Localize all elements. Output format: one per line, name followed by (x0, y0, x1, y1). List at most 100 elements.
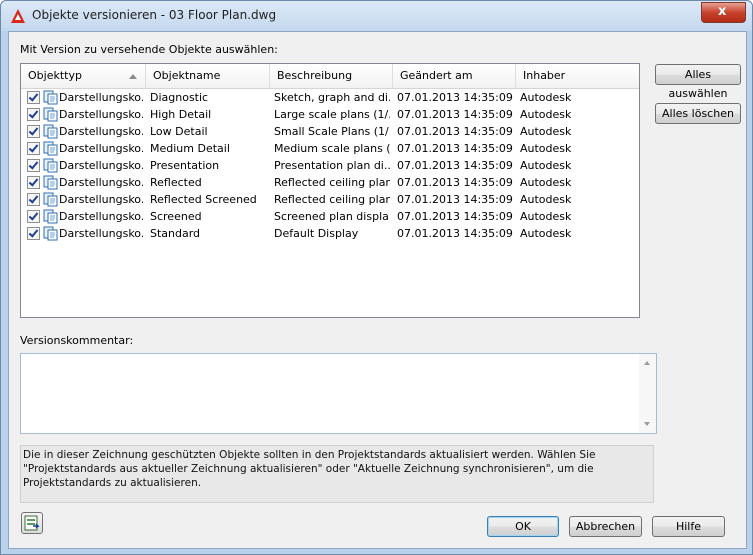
display-config-icon (43, 192, 58, 207)
cell-desc: Reflected ceiling plans (274, 176, 390, 189)
cell-desc: Presentation plan di... (274, 159, 390, 172)
scroll-down-icon[interactable] (644, 422, 650, 426)
cell-date: 07.01.2013 14:35:09 (397, 142, 513, 155)
version-comment-field[interactable] (20, 353, 657, 434)
row-checkbox[interactable] (27, 176, 40, 189)
row-checkbox[interactable] (27, 91, 40, 104)
column-header-geaendert-am[interactable]: Geändert am (393, 64, 516, 88)
column-header-inhaber[interactable]: Inhaber (516, 64, 639, 88)
close-button[interactable]: x (701, 2, 746, 23)
dialog-client: Mit Version zu versehende Objekte auswäh… (8, 31, 747, 549)
cancel-button[interactable]: Abbrechen (569, 516, 642, 537)
cell-name: Reflected (150, 176, 202, 189)
row-checkbox[interactable] (27, 108, 40, 121)
display-config-icon (43, 124, 58, 139)
cell-owner: Autodesk (520, 227, 572, 240)
cell-type: Darstellungsko... (59, 159, 143, 172)
table-row[interactable]: Darstellungsko... Presentation Presentatio… (21, 157, 639, 174)
comment-scrollbar[interactable] (639, 354, 656, 433)
info-text: Die in dieser Zeichnung geschützten Obje… (20, 445, 654, 503)
cell-type: Darstellungsko... (59, 91, 143, 104)
table-row[interactable]: Darstellungsko... Low Detail Small Scale P… (21, 123, 639, 140)
cell-desc: Large scale plans (1/... (274, 108, 390, 121)
list-label: Mit Version zu versehende Objekte auswäh… (20, 43, 278, 56)
table-row[interactable]: Darstellungsko... Reflected Screened Refle… (21, 191, 639, 208)
autocad-a-icon (11, 9, 25, 23)
ok-button[interactable]: OK (487, 516, 559, 537)
table-row[interactable]: Darstellungsko... Screened Screened plan d… (21, 208, 639, 225)
cell-date: 07.01.2013 14:35:09 (397, 159, 513, 172)
cell-type: Darstellungsko... (59, 142, 143, 155)
clear-all-button[interactable]: Alles löschen (655, 103, 741, 124)
table-row[interactable]: Darstellungsko... Standard Default Display… (21, 225, 639, 242)
row-checkbox[interactable] (27, 142, 40, 155)
column-header-objektname[interactable]: Objektname (146, 64, 270, 88)
cell-name: Standard (150, 227, 201, 240)
cell-owner: Autodesk (520, 142, 572, 155)
cell-date: 07.01.2013 14:35:09 (397, 176, 513, 189)
table-row[interactable]: Darstellungsko... High Detail Large scale … (21, 106, 639, 123)
cell-name: Diagnostic (150, 91, 209, 104)
cell-name: Screened (150, 210, 202, 223)
dialog-window: Objekte versionieren - 03 Floor Plan.dwg… (0, 0, 753, 555)
cell-name: Medium Detail (150, 142, 230, 155)
cell-name: Presentation (150, 159, 220, 172)
cell-owner: Autodesk (520, 159, 572, 172)
comment-value (21, 354, 656, 358)
list-header: Objekttyp Objektname Beschreibung Geände… (21, 64, 639, 89)
close-icon: x (718, 4, 727, 19)
row-checkbox[interactable] (27, 210, 40, 223)
row-checkbox[interactable] (27, 193, 40, 206)
display-config-icon (43, 90, 58, 105)
cell-name: Low Detail (150, 125, 208, 138)
cell-type: Darstellungsko... (59, 125, 143, 138)
cell-desc: Default Display (274, 227, 359, 240)
table-row[interactable]: Darstellungsko... Diagnostic Sketch, graph… (21, 89, 639, 106)
cell-type: Darstellungsko... (59, 176, 143, 189)
cell-owner: Autodesk (520, 108, 572, 121)
cell-type: Darstellungsko... (59, 108, 143, 121)
cell-desc: Medium scale plans (... (274, 142, 390, 155)
table-row[interactable]: Darstellungsko... Medium Detail Medium sca… (21, 140, 639, 157)
standards-update-button[interactable] (21, 512, 43, 534)
display-config-icon (43, 209, 58, 224)
cell-owner: Autodesk (520, 176, 572, 189)
scroll-up-icon[interactable] (644, 361, 650, 365)
standards-update-icon (24, 515, 40, 531)
cell-type: Darstellungsko... (59, 227, 143, 240)
cell-date: 07.01.2013 14:35:09 (397, 91, 513, 104)
cell-name: Reflected Screened (150, 193, 257, 206)
row-checkbox[interactable] (27, 159, 40, 172)
row-checkbox[interactable] (27, 125, 40, 138)
window-title: Objekte versionieren - 03 Floor Plan.dwg (32, 8, 277, 22)
table-row[interactable]: Darstellungsko... Reflected Reflected ceil… (21, 174, 639, 191)
display-config-icon (43, 158, 58, 173)
help-button[interactable]: Hilfe (652, 516, 725, 537)
cell-date: 07.01.2013 14:35:09 (397, 125, 513, 138)
cell-desc: Sketch, graph and di... (274, 91, 390, 104)
cell-owner: Autodesk (520, 125, 572, 138)
cell-owner: Autodesk (520, 193, 572, 206)
cell-type: Darstellungsko... (59, 210, 143, 223)
cell-date: 07.01.2013 14:35:09 (397, 227, 513, 240)
comment-label: Versionskommentar: (20, 334, 134, 347)
cell-type: Darstellungsko... (59, 193, 143, 206)
display-config-icon (43, 175, 58, 190)
display-config-icon (43, 107, 58, 122)
column-header-beschreibung[interactable]: Beschreibung (270, 64, 393, 88)
cell-date: 07.01.2013 14:35:09 (397, 193, 513, 206)
sort-ascending-icon (129, 74, 137, 79)
cell-date: 07.01.2013 14:35:09 (397, 210, 513, 223)
select-all-button[interactable]: Alles auswählen (655, 64, 741, 100)
cell-name: High Detail (150, 108, 212, 121)
display-config-icon (43, 226, 58, 241)
title-bar[interactable]: Objekte versionieren - 03 Floor Plan.dwg… (1, 1, 752, 31)
column-header-objekttyp[interactable]: Objekttyp (21, 64, 146, 88)
display-config-icon (43, 141, 58, 156)
cell-date: 07.01.2013 14:35:09 (397, 108, 513, 121)
objects-list[interactable]: Objekttyp Objektname Beschreibung Geände… (20, 63, 640, 318)
row-checkbox[interactable] (27, 227, 40, 240)
cell-desc: Reflected ceiling plans (274, 193, 390, 206)
cell-owner: Autodesk (520, 91, 572, 104)
cell-owner: Autodesk (520, 210, 572, 223)
